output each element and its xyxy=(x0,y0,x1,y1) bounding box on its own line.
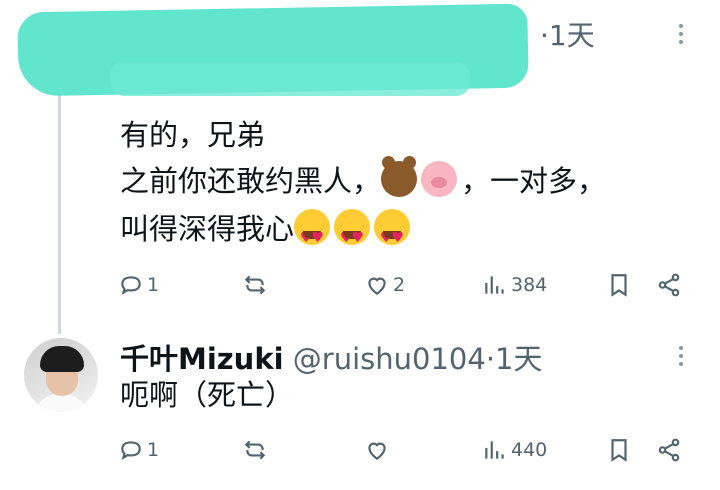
heart-icon xyxy=(368,277,386,295)
views-count: 440 xyxy=(511,439,548,461)
reply-count: 1 xyxy=(147,274,160,296)
views-button[interactable]: 384 xyxy=(482,272,547,298)
reply2-action-bar: 1 440 xyxy=(118,437,688,467)
views-count: 384 xyxy=(511,274,548,296)
repost-icon xyxy=(244,275,266,295)
user-handle[interactable]: @ruishu0104 xyxy=(293,342,486,376)
heart-icon xyxy=(368,442,386,460)
thread-connector-line xyxy=(58,92,61,334)
like-button[interactable] xyxy=(364,437,390,463)
more-options-icon[interactable] xyxy=(676,24,686,44)
heart-eyes-emoji-icon xyxy=(294,209,331,261)
reply1-text-line1: 有的，兄弟 xyxy=(120,118,266,152)
views-chart-icon xyxy=(485,276,504,294)
reply1-text-line3-text: 叫得深得我心 xyxy=(120,212,295,246)
reply1-text-line2-part2: ，一对多， xyxy=(461,164,607,198)
pig-emoji-icon xyxy=(421,161,458,197)
bear-emoji-icon xyxy=(381,156,418,197)
share-button[interactable] xyxy=(656,272,682,298)
repost-button[interactable] xyxy=(242,437,268,463)
like-button[interactable]: 2 xyxy=(364,272,405,298)
share-icon xyxy=(658,273,680,297)
display-name[interactable]: 千叶Mizuki xyxy=(120,342,284,376)
bookmark-button[interactable] xyxy=(606,272,632,298)
like-count: 2 xyxy=(393,274,406,296)
bookmark-button[interactable] xyxy=(606,437,632,463)
reply2-text: 呃啊（死亡） xyxy=(120,378,295,412)
heart-eyes-emoji-icon xyxy=(334,209,371,261)
reply2-timestamp: ·1天 xyxy=(485,342,543,376)
reply1-text-line2: 之前你还敢约黑人， ，一对多， xyxy=(120,156,607,204)
reply-icon xyxy=(121,276,141,295)
views-chart-icon xyxy=(485,441,504,459)
reply-button[interactable]: 1 xyxy=(118,437,159,463)
reply1-action-bar: 1 2 384 xyxy=(118,272,688,302)
share-button[interactable] xyxy=(656,437,682,463)
reply1-timestamp: ·1天 xyxy=(540,19,595,52)
reply-button[interactable]: 1 xyxy=(118,272,159,298)
bookmark-icon xyxy=(611,439,627,462)
repost-icon xyxy=(244,440,266,460)
more-options-icon[interactable] xyxy=(676,346,686,366)
share-icon xyxy=(658,438,680,462)
redaction-overlay-handle xyxy=(110,62,470,96)
reply1-text-line3: 叫得深得我心 xyxy=(120,206,414,261)
avatar[interactable] xyxy=(24,338,98,412)
views-button[interactable]: 440 xyxy=(482,437,547,463)
bookmark-icon xyxy=(611,274,627,297)
heart-eyes-emoji-icon xyxy=(374,209,411,261)
reply-icon xyxy=(121,441,141,460)
reply-count: 1 xyxy=(147,439,160,461)
reply1-text-line2-part1: 之前你还敢约黑人， xyxy=(120,164,382,198)
repost-button[interactable] xyxy=(242,272,268,298)
